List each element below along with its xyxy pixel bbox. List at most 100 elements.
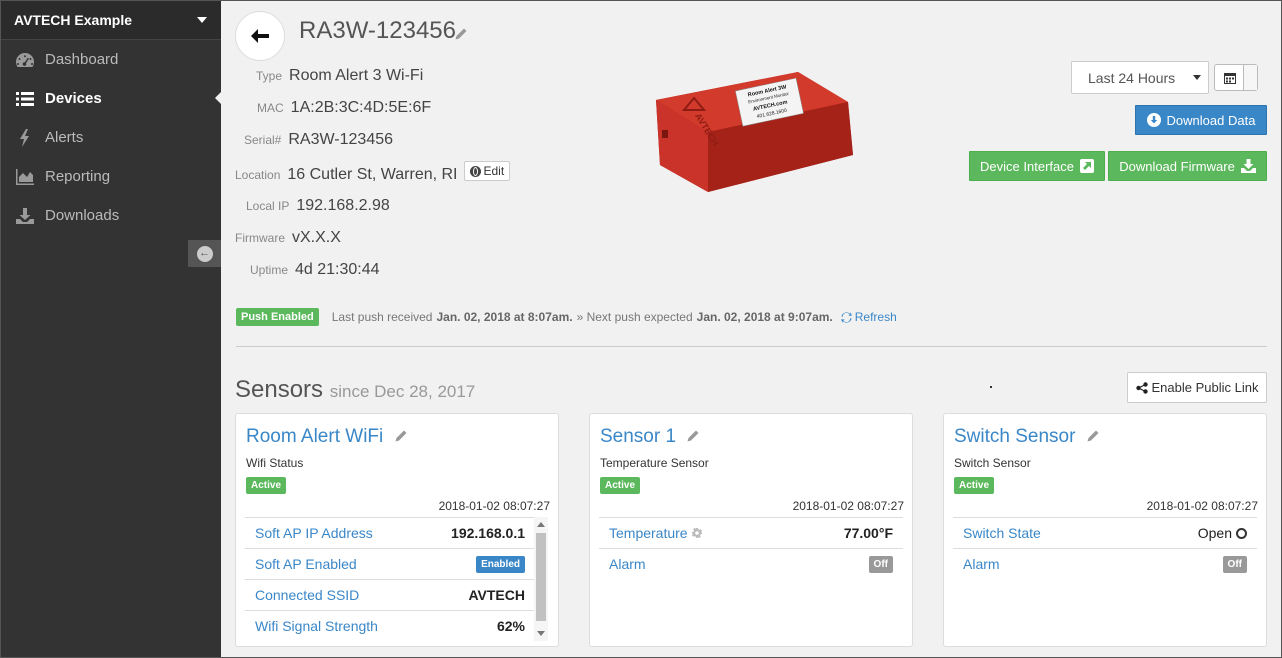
next-push-prefix: » Next push expected: [576, 310, 693, 324]
download-firmware-button[interactable]: Download Firmware: [1108, 151, 1267, 181]
scroll-up-icon[interactable]: [537, 522, 545, 527]
pencil-icon[interactable]: [455, 27, 467, 45]
info-row-location: Location 16 Cutler St, Warren, RI Edit: [235, 161, 511, 184]
time-range-value: Last 24 Hours: [1088, 69, 1176, 86]
download-icon: [1240, 159, 1256, 173]
calendar-icon: [1215, 65, 1244, 90]
sidebar-item-devices[interactable]: Devices: [0, 79, 221, 118]
next-push-time: Jan. 02, 2018 at 9:07am.: [696, 310, 833, 324]
row-label[interactable]: Connected SSID: [255, 587, 359, 603]
scroll-thumb[interactable]: [536, 533, 546, 621]
info-row-local-ip: Local IP 192.168.2.98: [246, 197, 390, 215]
sensor-card-title[interactable]: Sensor 1: [600, 426, 699, 448]
bolt-icon: [14, 128, 36, 147]
table-row: Switch State Open: [953, 517, 1257, 548]
row-label[interactable]: Soft AP Enabled: [255, 556, 357, 572]
sidebar-item-label: Dashboard: [45, 51, 119, 68]
area-chart-icon: [14, 168, 36, 186]
download-data-label: Download Data: [1166, 112, 1256, 128]
info-label: Firmware: [235, 231, 285, 245]
toggle-switch[interactable]: [1243, 65, 1257, 90]
sensor-card-room-alert-wifi: Room Alert WiFi Wifi Status Active 2018-…: [235, 413, 559, 647]
row-label[interactable]: Switch State: [963, 525, 1041, 541]
table-row: Connected SSID AVTECH: [245, 579, 535, 610]
sensor-timestamp: 2018-01-02 08:07:27: [792, 499, 904, 513]
row-label[interactable]: Alarm: [609, 556, 646, 572]
row-label[interactable]: Soft AP IP Address: [255, 525, 373, 541]
row-label[interactable]: Alarm: [963, 556, 1000, 572]
sidebar-item-downloads[interactable]: Downloads: [0, 196, 221, 235]
row-value: 77.00°F: [843, 525, 893, 541]
pencil-icon[interactable]: [395, 426, 407, 448]
sensor-title-label: Switch Sensor: [954, 426, 1076, 447]
info-row-mac: MAC 1A:2B:3C:4D:5E:6F: [257, 99, 431, 117]
info-label: Local IP: [246, 199, 290, 213]
info-row-uptime: Uptime 4d 21:30:44: [250, 261, 380, 279]
scrollbar[interactable]: [534, 517, 548, 641]
info-value: vX.X.X: [292, 229, 341, 246]
gear-icon[interactable]: [691, 528, 702, 538]
table-row: Alarm Off: [599, 548, 903, 579]
sensors-title: Sensors: [235, 376, 324, 403]
sensor-card-title[interactable]: Room Alert WiFi: [246, 426, 407, 448]
download-data-button[interactable]: Download Data: [1135, 105, 1267, 135]
caret-down-icon: [1193, 75, 1201, 80]
device-interface-button[interactable]: Device Interface: [969, 151, 1105, 181]
sensor-title-label: Room Alert WiFi: [246, 426, 384, 447]
sensor-rows: Soft AP IP Address 192.168.0.1 Soft AP E…: [245, 517, 535, 641]
last-push-time: Jan. 02, 2018 at 8:07am.: [436, 310, 573, 324]
status-badge: Active: [954, 477, 995, 494]
row-value: AVTECH: [468, 587, 525, 603]
row-value: 62%: [496, 618, 525, 634]
org-switcher[interactable]: AVTECH Example: [0, 0, 221, 40]
sidebar-item-dashboard[interactable]: Dashboard: [0, 40, 221, 79]
divider: [236, 346, 1267, 347]
public-link-label: Enable Public Link: [1151, 380, 1259, 395]
info-value: RA3W-123456: [288, 131, 394, 148]
row-label[interactable]: Wifi Signal Strength: [255, 618, 378, 634]
switch-state-value: Open: [1198, 525, 1247, 541]
arrow-left-icon: [251, 29, 269, 43]
info-value: 192.168.2.98: [296, 197, 390, 214]
edit-location-button[interactable]: Edit: [463, 161, 511, 181]
alarm-off-badge: Off: [1222, 555, 1247, 573]
download-icon: [14, 207, 36, 225]
scroll-down-icon[interactable]: [537, 631, 545, 636]
row-value: 192.168.0.1: [451, 525, 525, 541]
info-value: 1A:2B:3C:4D:5E:6F: [290, 99, 432, 116]
sensors-heading: Sensors since Dec 28, 2017: [235, 376, 475, 404]
table-row: Soft AP Enabled Enabled: [245, 548, 535, 579]
collapse-sidebar-button[interactable]: ←: [188, 240, 221, 267]
sidebar-item-label: Reporting: [45, 168, 111, 185]
dashboard-icon: [14, 51, 36, 69]
sensor-timestamp: 2018-01-02 08:07:27: [1146, 499, 1258, 513]
info-label: Uptime: [250, 263, 289, 277]
globe-icon: [469, 165, 481, 177]
back-button[interactable]: [235, 11, 285, 61]
status-badge: Active: [246, 477, 287, 494]
enabled-badge: Enabled: [476, 555, 525, 573]
pencil-icon[interactable]: [1087, 426, 1099, 448]
sensor-rows: Temperature 77.00°F Alarm Off: [599, 517, 903, 579]
calendar-toggle[interactable]: [1214, 64, 1258, 91]
refresh-link[interactable]: Refresh: [840, 310, 897, 324]
edit-label: Edit: [483, 164, 505, 178]
download-firmware-label: Download Firmware: [1119, 158, 1235, 174]
sensor-card-title[interactable]: Switch Sensor: [954, 426, 1099, 448]
info-label: MAC: [257, 101, 284, 115]
table-row: Wifi Signal Strength 62%: [245, 610, 535, 641]
row-label-temperature[interactable]: Temperature: [609, 525, 702, 541]
pencil-icon[interactable]: [687, 426, 699, 448]
sidebar-item-reporting[interactable]: Reporting: [0, 157, 221, 196]
alarm-off-badge: Off: [868, 555, 893, 573]
info-value: 16 Cutler St, Warren, RI: [287, 165, 458, 183]
enable-public-link-button[interactable]: Enable Public Link: [1127, 372, 1267, 403]
info-row-type: Type Room Alert 3 Wi-Fi: [256, 67, 423, 85]
info-label: Type: [256, 69, 283, 83]
arrow-left-circle-icon: ←: [196, 245, 213, 262]
circle-open-icon: [1236, 527, 1247, 539]
download-circle-icon: [1146, 113, 1161, 127]
time-range-select[interactable]: Last 24 Hours: [1071, 61, 1209, 94]
sidebar: AVTECH Example Dashboard Devices Alerts: [0, 0, 221, 658]
sidebar-item-alerts[interactable]: Alerts: [0, 118, 221, 157]
